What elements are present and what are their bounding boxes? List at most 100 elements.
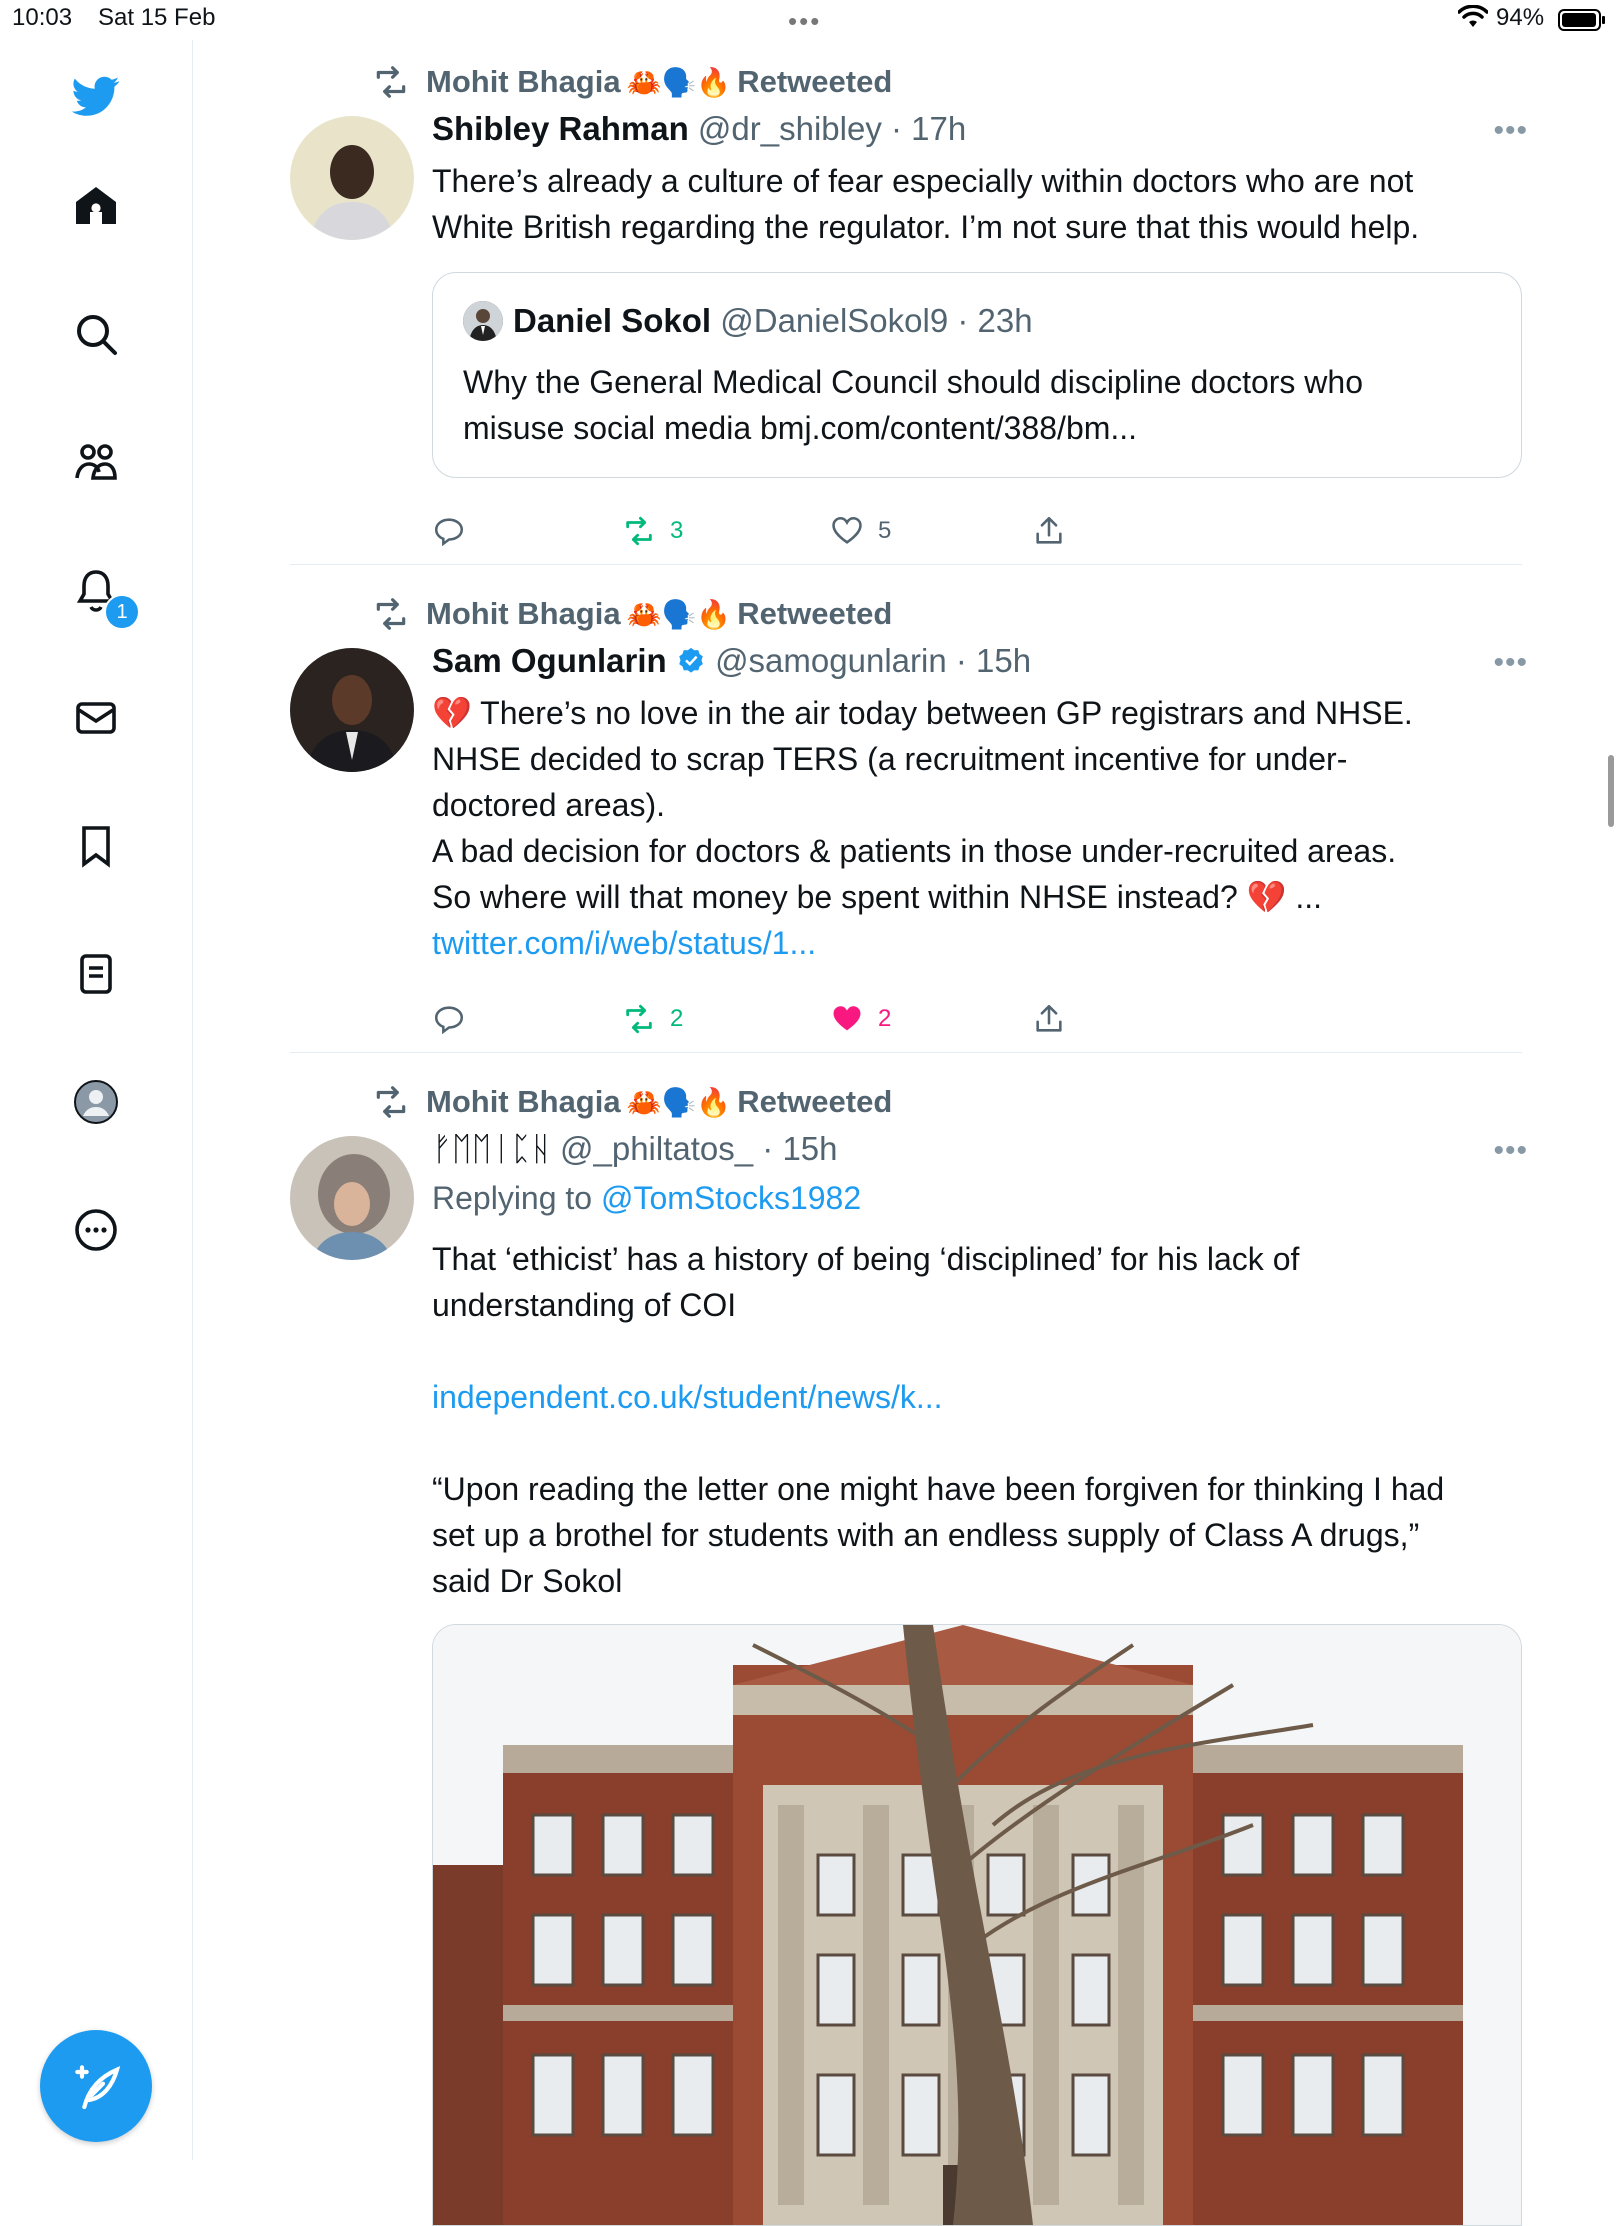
- communities-icon[interactable]: [66, 432, 126, 492]
- share-button[interactable]: [1032, 514, 1080, 548]
- building-photo: [433, 1625, 1521, 2225]
- more-icon[interactable]: [66, 1200, 126, 1260]
- tweet-header: Shibley Rahman @dr_shibley · 17h: [432, 110, 966, 148]
- tweet-text-line: said Dr Sokol: [432, 1563, 623, 1599]
- tweet-text-line: There’s already a culture of fear especi…: [432, 163, 1414, 199]
- tweet-text-line: “Upon reading the letter one might have …: [432, 1471, 1445, 1507]
- like-button[interactable]: 5: [830, 514, 891, 548]
- tweet-text: 💔 There’s no love in the air today betwe…: [432, 690, 1522, 966]
- retweeter-emojis: 🦀🗣️🔥: [626, 598, 732, 630]
- lists-icon[interactable]: [66, 944, 126, 1004]
- author-handle[interactable]: @samogunlarin: [715, 642, 947, 679]
- compose-tweet-button[interactable]: [40, 2030, 152, 2142]
- retweet-count: 3: [670, 517, 684, 544]
- tweet-header: ᚠᛖᛖᛁᛈᚺ @_philtatos_ · 15h: [432, 1130, 838, 1168]
- heart-filled-icon: [833, 1006, 861, 1031]
- retweet-icon: [626, 1004, 652, 1034]
- tweet-link[interactable]: independent.co.uk/student/news/k...: [432, 1374, 1522, 1420]
- share-button[interactable]: [1032, 1002, 1080, 1036]
- replying-to-handle[interactable]: @TomStocks1982: [601, 1180, 861, 1216]
- replying-to: Replying to @TomStocks1982: [432, 1180, 861, 1217]
- retweet-icon: [376, 66, 406, 98]
- avatar[interactable]: [290, 116, 414, 240]
- reply-icon: [434, 518, 464, 547]
- profile-icon[interactable]: [66, 1072, 126, 1132]
- bookmarks-icon[interactable]: [66, 816, 126, 876]
- sidebar: 1: [0, 40, 193, 2160]
- avatar[interactable]: [290, 1136, 414, 1260]
- retweeter-emojis: 🦀🗣️🔥: [626, 1086, 732, 1118]
- share-icon: [1036, 1004, 1062, 1032]
- retweet-context[interactable]: Mohit Bhagia 🦀🗣️🔥 Retweeted: [372, 1082, 892, 1122]
- tweet-text-line: doctored areas).: [432, 787, 666, 823]
- twitter-bird-icon[interactable]: [66, 66, 126, 126]
- reply-button[interactable]: [432, 1002, 480, 1036]
- status-date: Sat 15 Feb: [98, 4, 216, 31]
- reply-icon: [434, 1006, 464, 1035]
- scroll-indicator[interactable]: [1608, 755, 1614, 827]
- battery-icon: [1558, 9, 1605, 31]
- retweet-context[interactable]: Mohit Bhagia 🦀🗣️🔥 Retweeted: [372, 594, 892, 634]
- retweet-button[interactable]: 3: [622, 514, 683, 548]
- verified-badge-icon: [679, 647, 703, 673]
- retweet-icon: [626, 516, 652, 546]
- author-name[interactable]: Shibley Rahman: [432, 110, 689, 147]
- avatar[interactable]: [290, 648, 414, 772]
- tweet-time[interactable]: · 15h: [762, 1130, 837, 1167]
- status-bar: 10:03 Sat 15 Feb ••• 94%: [0, 0, 1620, 40]
- tweet-time[interactable]: · 17h: [891, 110, 966, 147]
- author-name[interactable]: ᚠᛖᛖᛁᛈᚺ: [432, 1130, 551, 1167]
- tweet-text-line: That ‘ethicist’ has a history of being ‘…: [432, 1241, 1300, 1277]
- search-icon[interactable]: [66, 304, 126, 364]
- home-icon[interactable]: [66, 176, 126, 236]
- tweet-time[interactable]: · 15h: [956, 642, 1031, 679]
- quoted-text-line: Why the General Medical Council should d…: [463, 364, 1363, 400]
- author-handle[interactable]: @dr_shibley: [698, 110, 882, 147]
- tweet-text-line: 💔 There’s no love in the air today betwe…: [432, 695, 1413, 731]
- retweeter-name: Mohit Bhagia: [426, 64, 621, 99]
- retweeted-label: Retweeted: [737, 1084, 893, 1119]
- tweet-divider: [290, 1052, 1522, 1053]
- status-time: 10:03: [12, 4, 73, 31]
- tweet-text-line: A bad decision for doctors & patients in…: [432, 833, 1397, 869]
- notification-badge: 1: [104, 594, 140, 630]
- author-name[interactable]: Sam Ogunlarin: [432, 642, 667, 679]
- quoted-author-handle: @DanielSokol9: [720, 302, 949, 339]
- tweet-more-icon[interactable]: •••: [1493, 1134, 1528, 1168]
- tweet-more-icon[interactable]: •••: [1493, 114, 1528, 148]
- compose-tweet-icon: [75, 2065, 121, 2110]
- tweet-more-icon[interactable]: •••: [1493, 646, 1528, 680]
- retweet-count: 2: [670, 1005, 684, 1032]
- tweet-text-line: NHSE decided to scrap TERS (a recruitmen…: [432, 741, 1348, 777]
- quoted-avatar: [463, 301, 503, 341]
- tweet-link[interactable]: twitter.com/i/web/status/1...: [432, 920, 1522, 966]
- tweet-text: There’s already a culture of fear especi…: [432, 158, 1522, 250]
- tweet-text-line: set up a brothel for students with an en…: [432, 1517, 1420, 1553]
- quoted-author-name: Daniel Sokol: [513, 302, 712, 339]
- messages-icon[interactable]: [66, 688, 126, 748]
- like-button[interactable]: 2: [830, 1002, 891, 1036]
- tweet-divider: [290, 564, 1522, 565]
- tweet-image[interactable]: [432, 1624, 1522, 2226]
- tweet-actions: 3 5: [432, 514, 1132, 554]
- retweeter-name: Mohit Bhagia: [426, 596, 621, 631]
- timeline: Mohit Bhagia 🦀🗣️🔥 Retweeted Shibley Rahm…: [192, 40, 1620, 2226]
- tweet-text-line: White British regarding the regulator. I…: [432, 209, 1420, 245]
- reply-button[interactable]: [432, 514, 480, 548]
- tweet-actions: 2 2: [432, 1002, 1132, 1042]
- retweeter-emojis: 🦀🗣️🔥: [626, 66, 732, 98]
- retweet-icon: [376, 1086, 406, 1118]
- retweet-context[interactable]: Mohit Bhagia 🦀🗣️🔥 Retweeted: [372, 62, 892, 102]
- tweet-text-line: understanding of COI: [432, 1287, 737, 1323]
- multitasking-dots-icon[interactable]: •••: [788, 6, 821, 37]
- replying-to-label: Replying to: [432, 1180, 593, 1216]
- quoted-tweet[interactable]: Daniel Sokol @DanielSokol9 · 23h Why the…: [432, 272, 1522, 478]
- heart-icon: [832, 516, 862, 544]
- author-handle[interactable]: @_philtatos_: [560, 1130, 753, 1167]
- like-count: 2: [878, 1005, 892, 1032]
- retweet-button[interactable]: 2: [622, 1002, 683, 1036]
- tweet-text: That ‘ethicist’ has a history of being ‘…: [432, 1236, 1522, 1604]
- retweeter-name: Mohit Bhagia: [426, 1084, 621, 1119]
- quoted-text-line: misuse social media bmj.com/content/388/…: [463, 410, 1138, 446]
- tweet-header: Sam Ogunlarin @samogunlarin · 15h: [432, 642, 1031, 680]
